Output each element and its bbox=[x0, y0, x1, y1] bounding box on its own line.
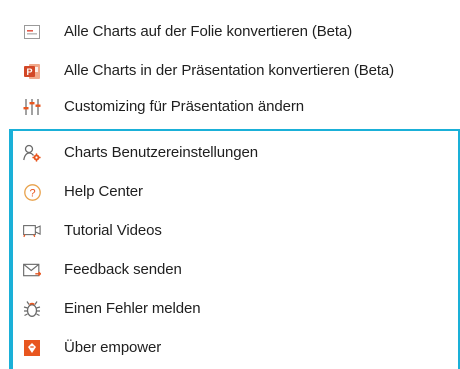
menu-item-report-bug[interactable]: Einen Fehler melden bbox=[0, 291, 440, 327]
menu-item-label: Charts Benutzereinstellungen bbox=[64, 144, 258, 161]
empower-menu: Alle Charts auf der Folie konvertieren (… bbox=[0, 0, 460, 369]
menu-item-label: Über empower bbox=[64, 339, 162, 356]
section-divider-top bbox=[9, 129, 460, 131]
menu-item-label: Alle Charts auf der Folie konvertieren (… bbox=[64, 23, 353, 40]
menu-item-label: Tutorial Videos bbox=[64, 222, 162, 239]
menu-item-about-empower[interactable]: Über empower bbox=[0, 330, 440, 366]
menu-item-change-customizing[interactable]: Customizing für Präsentation ändern bbox=[0, 89, 440, 125]
help-icon: ? bbox=[23, 183, 41, 201]
menu-item-label: Alle Charts in der Präsentation konverti… bbox=[64, 62, 395, 79]
menu-item-convert-slide-charts[interactable]: Alle Charts auf der Folie konvertieren (… bbox=[0, 14, 440, 50]
menu-item-help-center[interactable]: ? Help Center bbox=[0, 174, 440, 210]
menu-item-label: Einen Fehler melden bbox=[64, 300, 201, 317]
menu-item-send-feedback[interactable]: Feedback senden bbox=[0, 252, 440, 288]
menu-item-label: Customizing für Präsentation ändern bbox=[64, 98, 304, 115]
video-icon bbox=[23, 222, 41, 240]
svg-text:?: ? bbox=[29, 187, 35, 199]
chart-slide-icon bbox=[23, 23, 41, 41]
user-settings-icon bbox=[23, 144, 41, 162]
menu-item-charts-user-settings[interactable]: Charts Benutzereinstellungen bbox=[0, 135, 440, 171]
bug-icon bbox=[23, 300, 41, 318]
sliders-icon bbox=[23, 98, 41, 116]
mail-icon bbox=[23, 261, 41, 279]
menu-item-label: Help Center bbox=[64, 183, 143, 200]
powerpoint-icon: P bbox=[23, 62, 41, 80]
menu-item-convert-presentation-charts[interactable]: P Alle Charts in der Präsentation konver… bbox=[0, 53, 440, 89]
svg-text:P: P bbox=[26, 67, 32, 77]
empower-logo-icon bbox=[23, 339, 41, 357]
menu-item-label: Feedback senden bbox=[64, 261, 182, 278]
menu-item-tutorial-videos[interactable]: Tutorial Videos bbox=[0, 213, 440, 249]
